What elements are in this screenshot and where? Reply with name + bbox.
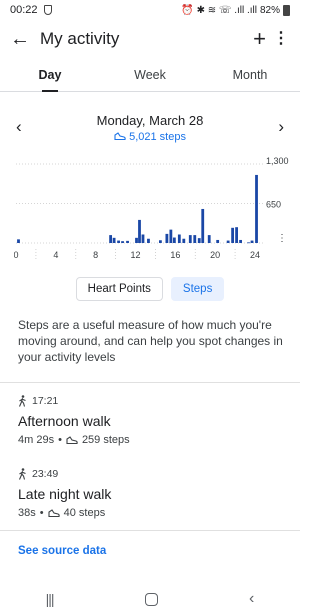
- session-steps: 259 steps: [81, 434, 130, 446]
- x-tick-label: 8: [93, 250, 98, 260]
- steps-chip[interactable]: Steps: [170, 277, 225, 301]
- steps-description: Steps are a useful measure of how much y…: [18, 318, 283, 364]
- battery-percent: 82%: [259, 4, 280, 16]
- home-icon[interactable]: [144, 592, 158, 606]
- session-meta: 38s • 40 steps: [18, 507, 284, 519]
- chart-bar: [141, 234, 145, 243]
- app-bar: ← My activity + ⋮: [0, 22, 300, 56]
- shoe-icon: [66, 435, 78, 444]
- chart-bar: [172, 237, 176, 243]
- selected-date: Monday, March 28: [96, 113, 204, 128]
- meta-separator: •: [58, 434, 62, 446]
- chart-axis-dots-icon: ⋮: [277, 233, 287, 244]
- session-duration: 4m 29s: [18, 434, 55, 446]
- system-back-icon[interactable]: ‹: [249, 590, 254, 608]
- divider: [0, 530, 300, 531]
- date-header: Monday, March 28: [0, 112, 300, 132]
- session-name: Afternoon walk: [18, 413, 111, 429]
- chart-bar: [177, 234, 181, 243]
- tab-month[interactable]: Month: [200, 62, 300, 91]
- chart-bar: [231, 227, 235, 243]
- divider: [0, 382, 300, 383]
- period-tabs: Day Week Month: [0, 62, 300, 92]
- shoe-icon: [114, 132, 126, 141]
- chart-bar: [17, 239, 20, 243]
- x-tick-label: 4: [53, 250, 58, 260]
- chart-bar: [188, 235, 192, 243]
- session-time-row: 17:21: [18, 394, 284, 408]
- chart-bar: [135, 237, 138, 243]
- see-source-data-link[interactable]: See source data: [18, 545, 106, 557]
- add-icon[interactable]: +: [253, 22, 266, 56]
- shield-icon: [43, 5, 52, 15]
- session-meta: 4m 29s • 259 steps: [18, 434, 284, 446]
- chart-bar: [138, 219, 141, 243]
- chart-bar: [117, 240, 120, 243]
- chart-bar: [182, 238, 186, 243]
- recents-icon[interactable]: |||: [46, 591, 55, 607]
- chart-bar: [250, 240, 254, 243]
- x-tick-label: 16: [170, 250, 180, 260]
- session-duration: 38s: [18, 507, 36, 519]
- walking-icon: [18, 468, 26, 480]
- more-options-icon[interactable]: ⋮: [273, 22, 289, 56]
- y-tick-label: 1,300: [266, 156, 289, 166]
- session-time: 23:49: [32, 468, 59, 480]
- heart-points-chip[interactable]: Heart Points: [75, 277, 163, 301]
- chart-bar: [169, 229, 173, 243]
- chart-bar: [207, 235, 211, 243]
- status-bar: 00:22 ⏰ ✱ ≋ ☏ .ıll .ıll 82%: [0, 0, 300, 20]
- session-item[interactable]: 17:21 Afternoon walk 4m 29s • 259 steps: [18, 394, 284, 446]
- status-time: 00:22: [10, 4, 38, 16]
- chart-bar: [126, 240, 129, 243]
- chart-bar: [109, 235, 113, 243]
- chart-bar: [112, 237, 116, 243]
- session-time-row: 23:49: [18, 467, 284, 481]
- session-time: 17:21: [32, 395, 59, 407]
- chart-bar: [165, 233, 169, 243]
- session-item[interactable]: 23:49 Late night walk 38s • 40 steps: [18, 467, 284, 519]
- system-nav-bar: ||| ‹: [0, 582, 300, 616]
- back-arrow-icon[interactable]: ←: [0, 22, 40, 56]
- chart-bar: [121, 241, 124, 243]
- steps-bar-chart: 650 1,300 0 4 8 12 16 20 24 ⋮: [14, 156, 289, 260]
- chart-bar: [255, 174, 258, 243]
- chart-bar: [159, 240, 162, 243]
- chart-bar: [216, 239, 220, 243]
- status-icons: ⏰ ✱ ≋ ☏ .ıll .ıll 82%: [181, 4, 290, 16]
- chart-bar: [147, 238, 150, 243]
- chart-bar: [193, 235, 197, 243]
- meta-separator: •: [39, 507, 44, 519]
- tab-day[interactable]: Day: [0, 62, 100, 92]
- chart-bar: [201, 208, 205, 243]
- session-steps: 40 steps: [63, 507, 106, 519]
- metric-chips: Heart Points Steps: [0, 277, 300, 301]
- chart-bar: [239, 239, 242, 243]
- steps-summary: 5,021 steps: [0, 131, 300, 143]
- y-tick-label: 650: [266, 200, 281, 210]
- shoe-icon: [48, 508, 60, 517]
- chart-bar: [226, 240, 230, 243]
- page-title: My activity: [40, 29, 120, 48]
- x-tick-label: 0: [14, 250, 19, 260]
- steps-total: 5,021 steps: [129, 131, 186, 143]
- chart-bar: [235, 227, 238, 243]
- session-name: Late night walk: [18, 486, 112, 502]
- chart-bar: [247, 242, 250, 244]
- x-tick-label: 12: [131, 250, 141, 260]
- system-status-icons: ⏰ ✱ ≋ ☏ .ıll .ıll: [181, 4, 257, 16]
- walking-icon: [18, 395, 26, 407]
- x-tick-label: 20: [210, 250, 220, 260]
- x-tick-label: 24: [250, 250, 260, 260]
- chart-bar: [197, 238, 201, 243]
- battery-icon: [283, 4, 290, 16]
- tab-week[interactable]: Week: [100, 62, 200, 91]
